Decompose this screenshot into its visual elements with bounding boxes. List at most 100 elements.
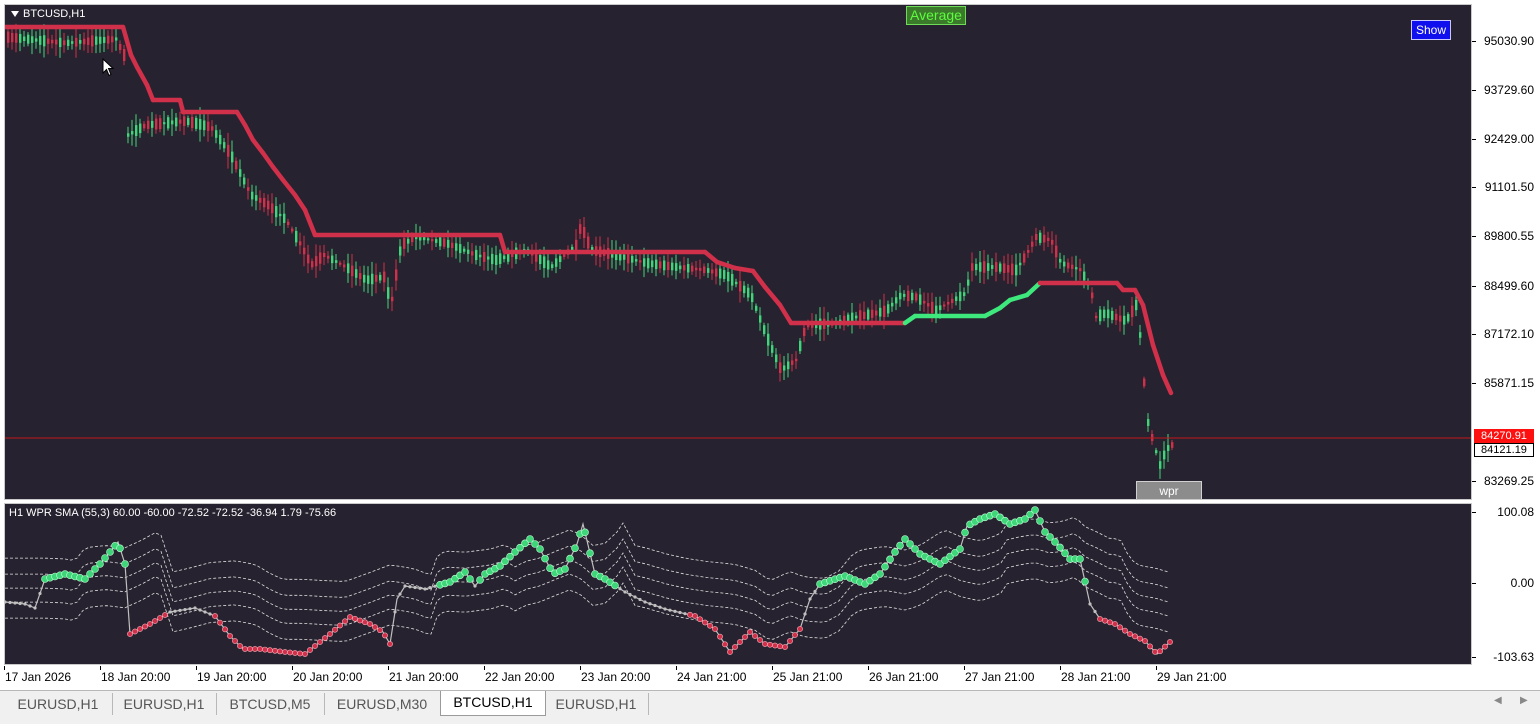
wpr-dot	[658, 605, 662, 609]
wpr-button[interactable]: wpr	[1136, 481, 1202, 499]
wpr-dot	[1102, 617, 1108, 624]
wpr-dot	[633, 595, 637, 599]
time-tick-label: 25 Jan 21:00	[773, 670, 843, 684]
indicator-axis[interactable]: 100.08 0.00 -103.63	[1472, 503, 1540, 665]
candle-body	[863, 311, 866, 320]
wpr-dot	[147, 621, 153, 627]
wpr-dot	[372, 624, 378, 630]
candle-body	[951, 298, 954, 304]
candle-body	[403, 238, 406, 249]
chart-window[interactable]: BTCUSD,H1 Average Show wpr H1 WPR SMA (5…	[0, 0, 1540, 690]
wpr-dot	[312, 643, 318, 649]
triangle-down-icon[interactable]	[11, 11, 19, 17]
wpr-dot	[393, 610, 397, 614]
candle-body	[191, 116, 194, 129]
wpr-dot	[282, 649, 288, 655]
candle-body	[751, 293, 754, 303]
candle-body	[75, 37, 78, 47]
candle-body	[287, 221, 290, 226]
wpr-dot	[252, 646, 258, 652]
chart-tab[interactable]: EURUSD,M30	[324, 693, 441, 715]
wpr-dot	[142, 623, 148, 630]
candle-body	[1011, 263, 1014, 276]
wpr-dot	[803, 612, 807, 616]
chart-tab[interactable]: BTCUSD,M5	[216, 693, 325, 715]
candle-body	[423, 237, 426, 241]
chart-tab[interactable]: EURUSD,H1	[112, 693, 217, 715]
candle-body	[239, 169, 242, 177]
wpr-dot	[28, 604, 32, 608]
candle-body	[131, 131, 134, 135]
candle-body	[703, 266, 706, 274]
candle-body	[707, 268, 710, 273]
average-label[interactable]: Average	[906, 6, 966, 25]
candle-body	[675, 263, 678, 271]
candle-body	[927, 303, 930, 307]
indicator-tick-label: -103.63	[1493, 650, 1534, 664]
chart-tab[interactable]: BTCUSD,H1	[440, 691, 546, 716]
wpr-dot	[198, 608, 202, 612]
price-tick-mark	[1472, 90, 1476, 91]
candle-body	[311, 261, 314, 268]
candle-body	[1163, 450, 1166, 460]
candle-body	[139, 123, 142, 134]
candle-body	[319, 252, 322, 264]
candle-body	[439, 237, 442, 247]
candle-body	[771, 345, 774, 353]
candle-body	[1015, 264, 1018, 276]
candle-body	[579, 224, 582, 234]
candle-body	[291, 228, 294, 232]
candle-body	[467, 249, 470, 254]
wpr-dot	[461, 568, 469, 576]
symbol-title[interactable]: BTCUSD,H1	[11, 8, 85, 20]
candle-body	[699, 267, 702, 271]
wpr-dot	[618, 587, 622, 591]
wpr-dot	[23, 602, 27, 606]
wpr-dot	[121, 560, 129, 568]
wpr-dot	[287, 649, 293, 656]
candle-body	[483, 252, 486, 262]
wpr-dot	[727, 649, 733, 655]
chart-tab[interactable]: EURUSD,H1	[544, 693, 649, 715]
wpr-dot	[611, 581, 619, 590]
candle-body	[379, 274, 382, 281]
candle-body	[1023, 253, 1026, 263]
candle-body	[271, 203, 274, 214]
candle-body	[1079, 268, 1082, 272]
candle-body	[795, 358, 798, 362]
candle-body	[203, 120, 206, 131]
candle-body	[71, 41, 74, 44]
wpr-dot	[628, 592, 632, 597]
candle-body	[399, 246, 402, 256]
wpr-dot	[792, 632, 798, 638]
candle-body	[1051, 239, 1054, 245]
candle-body	[775, 354, 778, 363]
wpr-dot	[732, 644, 738, 650]
chart-tab[interactable]: EURUSD,H1	[4, 693, 113, 715]
candle-body	[443, 238, 446, 247]
wpr-dot	[127, 631, 133, 637]
wpr-indicator-pane[interactable]: H1 WPR SMA (55,3) 60.00 -60.00 -72.52 -7…	[4, 503, 1472, 665]
candle-body	[587, 236, 590, 249]
price-axis[interactable]: 95030.90 93729.60 92429.00 91101.50 89800.55…	[1472, 4, 1540, 500]
wpr-dot	[571, 544, 579, 552]
wpr-dot	[1167, 639, 1173, 645]
wpr-dot	[643, 600, 647, 604]
candle-body	[983, 261, 986, 273]
time-axis[interactable]: 17 Jan 2026 18 Jan 20:00 19 Jan 20:00 20 Ja…	[4, 666, 1472, 688]
wpr-dot	[1061, 549, 1069, 558]
candle-body	[623, 254, 626, 260]
scroll-right-icon[interactable]: ▶	[1520, 695, 1528, 706]
show-button[interactable]: Show	[1411, 20, 1451, 40]
candle-body	[243, 177, 246, 185]
scroll-left-icon[interactable]: ◀	[1494, 695, 1502, 706]
wpr-dot	[13, 601, 17, 605]
candle-body	[747, 287, 750, 298]
price-tick-mark	[1472, 187, 1476, 188]
wpr-dot	[1117, 624, 1123, 631]
candle-body	[7, 31, 10, 43]
candle-body	[1107, 309, 1110, 319]
wpr-dot	[797, 626, 803, 632]
main-chart-pane[interactable]: BTCUSD,H1 Average Show wpr	[4, 4, 1472, 500]
wpr-dot	[116, 544, 124, 553]
